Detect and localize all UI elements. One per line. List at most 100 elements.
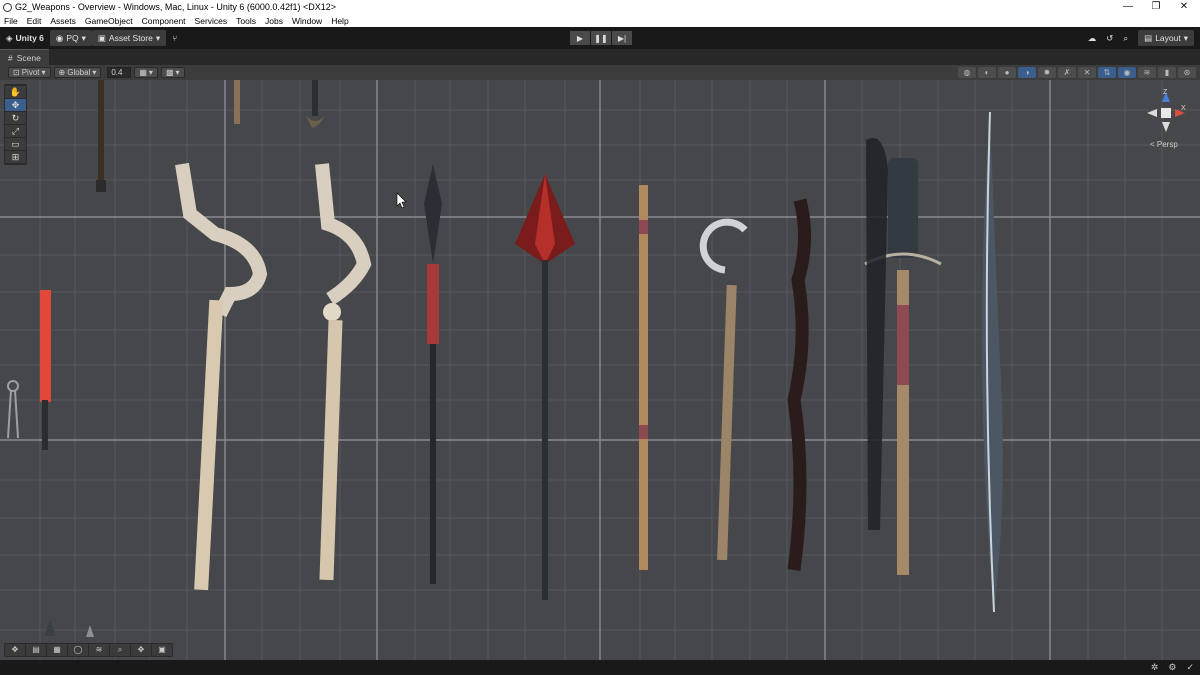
pan-icon[interactable]: ✥: [131, 644, 151, 656]
play-button[interactable]: ▶: [570, 31, 590, 45]
menu-services[interactable]: Services: [191, 16, 233, 26]
menu-assets[interactable]: Assets: [46, 16, 81, 26]
grid-align-icon[interactable]: ▤: [26, 644, 46, 656]
menu-edit[interactable]: Edit: [23, 16, 47, 26]
branch-icon: ⑂: [172, 33, 178, 43]
draw-mode-icon[interactable]: ✹: [1038, 67, 1056, 78]
scene-view-options: ◍ ◐ ● ◑ ✹ ✗ ✕ ⇅ ◉ ≋ ▮ ⊛: [958, 67, 1196, 78]
camera-icon[interactable]: ▣: [152, 644, 172, 656]
menu-file[interactable]: File: [0, 16, 23, 26]
gizmos-dropdown-icon[interactable]: ⊛: [1178, 67, 1196, 78]
pause-button[interactable]: ❚❚: [591, 31, 611, 45]
menu-gameobject[interactable]: GameObject: [81, 16, 138, 26]
scene-toolbar: ⊡ Pivot ▾ ⊕ Global ▾ 0.4 ▦ ▾ ▩ ▾ ◍ ◐ ● ◑…: [0, 65, 1200, 80]
fx-toggle-icon[interactable]: ✗: [1058, 67, 1076, 78]
transform-tool-icon[interactable]: ⊞: [5, 151, 26, 163]
asset-store-label: Asset Store: [108, 33, 153, 43]
menu-jobs[interactable]: Jobs: [261, 16, 288, 26]
tab-scene[interactable]: # Scene: [0, 49, 49, 65]
layers-icon: ▤: [1144, 32, 1153, 43]
neg-x-axis-cone[interactable]: [1147, 109, 1157, 117]
menu-help[interactable]: Help: [327, 16, 353, 26]
shaded-wireframe-icon[interactable]: ◐: [978, 67, 996, 78]
bone-staff-1: [175, 162, 268, 591]
wooden-pole: [639, 185, 648, 570]
hand-tool-icon[interactable]: ✋: [5, 86, 26, 98]
globe-icon: ⊕: [58, 68, 66, 77]
progress-icon[interactable]: ⚙: [1168, 662, 1176, 673]
snap-increment-field[interactable]: 0.4: [107, 67, 132, 78]
cloud-icon[interactable]: ☁: [1088, 33, 1097, 44]
rect-tool-icon[interactable]: ▭: [5, 138, 26, 150]
audio-toggle-icon[interactable]: ✕: [1078, 67, 1096, 78]
unity-logo-icon: ◈: [6, 32, 13, 43]
bug-icon[interactable]: ✲: [1151, 662, 1159, 673]
gizmos-toggle-icon[interactable]: ⇅: [1098, 67, 1116, 78]
move-tool-icon[interactable]: ✥: [5, 99, 26, 111]
scene-viewport[interactable]: [0, 80, 1200, 660]
check-icon[interactable]: ✓: [1186, 662, 1194, 673]
scene-icon: #: [8, 52, 13, 63]
red-arrowhead-spear: [515, 174, 575, 600]
tab-scene-label: Scene: [16, 52, 41, 63]
unlit-shading-icon[interactable]: ◑: [1018, 67, 1036, 78]
history-icon[interactable]: ↺: [1106, 33, 1113, 44]
step-button[interactable]: ▶|: [612, 31, 632, 45]
z-axis-label: Z: [1163, 89, 1168, 96]
partial-weapon-top-2: [234, 80, 240, 124]
minimize-button[interactable]: —: [1114, 0, 1142, 14]
asset-store-dropdown[interactable]: ▣ Asset Store ▾: [91, 30, 167, 46]
main-toolbar: ◈ Unity 6 ◉ PQ ▾ ▣ Asset Store ▾ ⑂ ▶ ❚❚ …: [0, 27, 1200, 49]
projection-label[interactable]: < Persp: [1150, 140, 1178, 149]
grid-visibility-dropdown[interactable]: ▩ ▾: [160, 67, 185, 78]
grid-snap-dropdown[interactable]: ▦ ▾: [134, 67, 158, 78]
maximize-button[interactable]: ❐: [1142, 0, 1170, 14]
status-bar: ✲ ⚙ ✓: [0, 660, 1200, 675]
scale-tool-icon[interactable]: ⤢: [5, 125, 26, 137]
unity-version-label: Unity 6: [15, 33, 44, 43]
gizmo-center-cube[interactable]: [1161, 108, 1171, 118]
shaded-icon[interactable]: ●: [998, 67, 1016, 78]
orientation-gizmo[interactable]: Z X: [1145, 88, 1189, 138]
global-dropdown[interactable]: ⊕ Global ▾: [53, 67, 102, 78]
crescent-staff: [699, 218, 748, 561]
account-dropdown[interactable]: ◉ PQ ▾: [49, 30, 92, 46]
menu-tools[interactable]: Tools: [232, 16, 261, 26]
camera-settings-icon[interactable]: ▮: [1158, 67, 1176, 78]
unity-version-button[interactable]: ◈ Unity 6: [0, 30, 50, 46]
pivot-dropdown[interactable]: ⊡ Pivot ▾: [8, 67, 51, 78]
chevron-down-icon: ▾: [81, 32, 86, 43]
toolbar-right: ☁ ↺ ⌕ ▤ Layout ▾: [1088, 30, 1194, 46]
move-snap-icon[interactable]: ✥: [5, 644, 25, 656]
grid-icon: ▩: [165, 68, 174, 77]
layers-icon[interactable]: ≋: [89, 644, 109, 656]
menu-window[interactable]: Window: [288, 16, 327, 26]
scene-visibility-icon[interactable]: ◉: [1118, 67, 1136, 78]
partial-weapon-bottom: [44, 620, 94, 637]
bone-staff-2: [315, 163, 372, 581]
scene-tab-bar: # Scene: [0, 49, 1200, 65]
title-bar: G2_Weapons - Overview - Windows, Mac, Li…: [0, 0, 1200, 14]
layers-visibility-icon[interactable]: ≋: [1138, 67, 1156, 78]
partial-weapon-top-3: [306, 80, 324, 128]
search-icon[interactable]: ⌕: [1123, 33, 1128, 44]
twisted-dark-staff: [787, 198, 811, 571]
grid-plane-icon[interactable]: ▦: [47, 644, 67, 656]
version-control-button[interactable]: ⑂: [166, 30, 183, 46]
neg-z-axis-cone[interactable]: [1162, 122, 1170, 132]
chevron-down-icon: ▾: [155, 32, 161, 43]
wireframe-shading-icon[interactable]: ◍: [958, 67, 976, 78]
rotate-tool-icon[interactable]: ↻: [5, 112, 26, 124]
layout-dropdown[interactable]: ▤ Layout ▾: [1138, 30, 1194, 46]
menu-bar: File Edit Assets GameObject Component Se…: [0, 14, 1200, 27]
menu-component[interactable]: Component: [138, 16, 191, 26]
account-label: PQ: [66, 33, 79, 43]
account-icon: ◉: [55, 32, 64, 43]
zoom-icon[interactable]: ⌕: [110, 644, 130, 656]
close-button[interactable]: ✕: [1170, 0, 1198, 14]
chevron-down-icon: ▾: [41, 68, 46, 77]
long-curved-blade: [981, 111, 1003, 613]
dark-spear: [424, 164, 442, 584]
bag-icon: ▣: [97, 32, 106, 43]
orbit-icon[interactable]: ◯: [68, 644, 88, 656]
